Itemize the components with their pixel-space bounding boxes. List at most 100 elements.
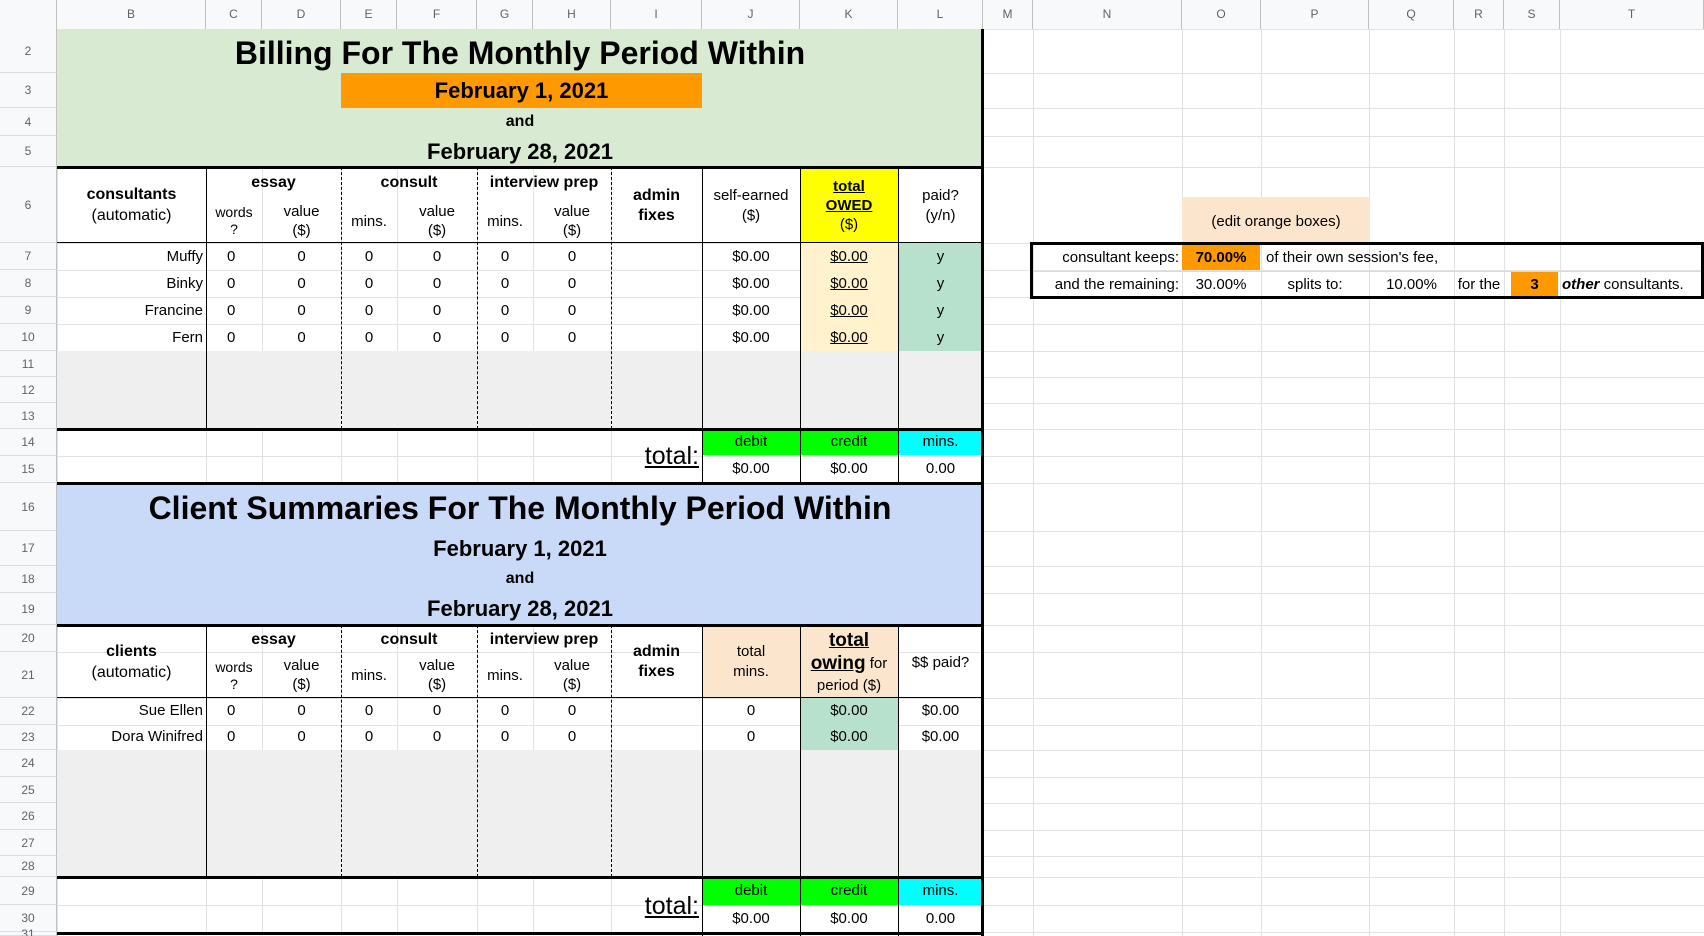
self-earned-cell[interactable]: $0.00 [702,243,800,270]
column-header[interactable]: N [1033,0,1182,29]
row-header[interactable]: 22 [0,698,57,725]
total-mins-cell[interactable]: 0 [702,724,800,750]
column-header[interactable]: M [983,0,1033,29]
consultant-name[interactable]: Muffy [57,243,206,270]
consult-mins-cell[interactable]: 0 [341,270,397,297]
row-header[interactable]: 12 [0,377,57,403]
column-header[interactable]: S [1504,0,1560,29]
row-header[interactable]: 6 [0,167,57,243]
owing-cell[interactable]: $0.00 [800,698,898,724]
consult-value-cell[interactable]: 0 [397,297,477,324]
row-header[interactable]: 8 [0,270,57,297]
row-header[interactable]: 26 [0,803,57,830]
ip-value-cell[interactable]: 0 [533,324,611,351]
column-header[interactable]: C [206,0,262,29]
row-header[interactable]: 27 [0,830,57,856]
select-all-corner[interactable] [0,0,57,29]
client-paid-cell[interactable]: $0.00 [898,724,983,750]
consult-mins-cell[interactable]: 0 [341,297,397,324]
ip-value-cell[interactable]: 0 [533,724,611,750]
column-header[interactable]: Q [1369,0,1454,29]
ip-mins-cell[interactable]: 0 [477,324,533,351]
row-header[interactable]: 19 [0,593,57,625]
row-header[interactable]: 31 [0,928,57,936]
consultant-name[interactable]: Binky [57,270,206,297]
row-header[interactable]: 9 [0,297,57,324]
column-header[interactable]: G [477,0,533,29]
ip-mins-cell[interactable]: 0 [477,724,533,750]
row-header[interactable]: 11 [0,351,57,377]
row-header[interactable]: 14 [0,429,57,456]
client-mins-total[interactable]: 0.00 [898,906,983,932]
paid-cell[interactable]: y [898,297,983,324]
column-header[interactable]: D [262,0,341,29]
column-header[interactable]: R [1454,0,1504,29]
owed-cell[interactable]: $0.00 [800,324,898,351]
words-cell[interactable]: 0 [206,297,262,324]
consult-mins-cell[interactable]: 0 [341,324,397,351]
row-header[interactable]: 17 [0,531,57,566]
column-header[interactable]: B [57,0,206,29]
consultant-keeps-value[interactable]: 70.00% [1182,245,1260,271]
billing-debit-total[interactable]: $0.00 [702,456,800,482]
column-header[interactable]: H [533,0,611,29]
owed-cell[interactable]: $0.00 [800,297,898,324]
client-paid-cell[interactable]: $0.00 [898,698,983,724]
essay-value-cell[interactable]: 0 [262,698,341,724]
consult-value-cell[interactable]: 0 [397,324,477,351]
consultant-name[interactable]: Fern [57,324,206,351]
words-cell[interactable]: 0 [206,698,262,724]
essay-value-cell[interactable]: 0 [262,297,341,324]
client-name[interactable]: Dora Winifred [57,724,206,750]
client-credit-total[interactable]: $0.00 [800,906,898,932]
row-header[interactable]: 13 [0,403,57,429]
row-header[interactable]: 23 [0,725,57,750]
owing-cell[interactable]: $0.00 [800,724,898,750]
essay-value-cell[interactable]: 0 [262,324,341,351]
ip-value-cell[interactable]: 0 [533,270,611,297]
consultant-name[interactable]: Francine [57,297,206,324]
row-header[interactable]: 24 [0,750,57,777]
words-cell[interactable]: 0 [206,243,262,270]
billing-credit-total[interactable]: $0.00 [800,456,898,482]
row-header[interactable]: 7 [0,243,57,270]
words-cell[interactable]: 0 [206,324,262,351]
row-header[interactable]: 20 [0,625,57,652]
paid-cell[interactable]: y [898,243,983,270]
client-name[interactable]: Sue Ellen [57,698,206,724]
other-count-value[interactable]: 3 [1511,272,1558,298]
column-header[interactable]: I [611,0,702,29]
billing-mins-total[interactable]: 0.00 [898,456,983,482]
consult-value-cell[interactable]: 0 [397,724,477,750]
column-header[interactable]: P [1261,0,1369,29]
self-earned-cell[interactable]: $0.00 [702,324,800,351]
self-earned-cell[interactable]: $0.00 [702,270,800,297]
row-header[interactable]: 18 [0,566,57,593]
words-cell[interactable]: 0 [206,270,262,297]
consult-value-cell[interactable]: 0 [397,698,477,724]
column-header[interactable]: T [1560,0,1704,29]
paid-cell[interactable]: y [898,324,983,351]
consult-value-cell[interactable]: 0 [397,243,477,270]
column-header[interactable]: F [397,0,477,29]
essay-value-cell[interactable]: 0 [262,724,341,750]
words-cell[interactable]: 0 [206,724,262,750]
ip-mins-cell[interactable]: 0 [477,243,533,270]
ip-value-cell[interactable]: 0 [533,698,611,724]
ip-value-cell[interactable]: 0 [533,243,611,270]
client-debit-total[interactable]: $0.00 [702,906,800,932]
ip-mins-cell[interactable]: 0 [477,698,533,724]
ip-value-cell[interactable]: 0 [533,297,611,324]
billing-start-date[interactable]: February 1, 2021 [341,73,702,108]
consult-mins-cell[interactable]: 0 [341,724,397,750]
split-value[interactable]: 10.00% [1369,272,1454,298]
consult-mins-cell[interactable]: 0 [341,243,397,270]
row-header[interactable]: 21 [0,652,57,698]
row-header[interactable]: 25 [0,777,57,803]
owed-cell[interactable]: $0.00 [800,243,898,270]
essay-value-cell[interactable]: 0 [262,243,341,270]
ip-mins-cell[interactable]: 0 [477,297,533,324]
row-header[interactable]: 10 [0,324,57,351]
remaining-value[interactable]: 30.00% [1182,272,1260,298]
row-header[interactable]: 4 [0,108,57,136]
